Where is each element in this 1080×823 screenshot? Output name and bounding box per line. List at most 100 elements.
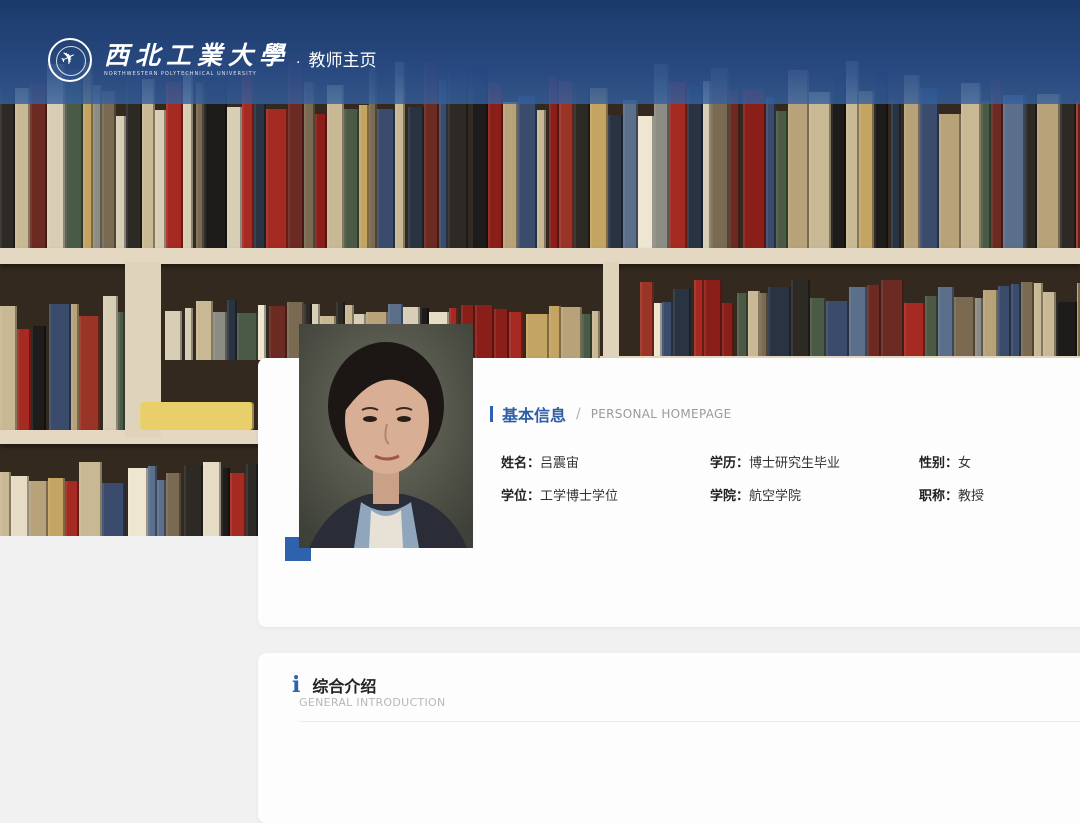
book-spine [1056,302,1077,360]
book-spine [526,314,549,360]
book-spine [29,481,48,536]
page-subtitle: 教师主页 [308,50,377,71]
yellow-box [140,402,254,430]
book-spine [227,107,242,250]
book-spine [165,311,182,360]
book-spine [574,84,590,250]
book-spine [991,80,1003,250]
field-value: 教授 [958,489,985,504]
book-spine [15,88,30,250]
shelf-board [0,248,1080,264]
book-spine [408,107,424,250]
field-value: 博士研究生毕业 [749,456,841,471]
field-value: 工学博士学位 [540,489,619,504]
field-college: 学院：航空学院 [710,485,801,504]
book-spine [118,312,125,432]
book-spine [904,303,925,360]
book-spine [65,481,79,536]
book-spine [304,82,315,250]
shelf-upright [603,262,619,358]
field-degree: 学位：工学博士学位 [501,485,618,504]
book-spine [230,473,246,536]
book-spine [925,296,938,360]
basic-info-title: 基本信息 [502,406,567,425]
book-spine [266,109,288,250]
field-education: 学历：博士研究生毕业 [710,452,840,471]
book-spine [185,308,193,360]
book-spine [128,468,148,536]
book-spine [939,114,961,250]
book-spine [166,82,183,250]
book-spine [254,103,266,250]
book-spine [475,305,494,360]
book-spine [258,305,266,360]
book-spine [17,329,31,432]
general-intro-header: i 综合介绍 [292,672,376,698]
basic-info-subtitle: PERSONAL HOMEPAGE [590,407,732,421]
book-spine [694,280,704,360]
university-name-cn: 西北工業大學 [104,41,291,70]
book-spine [344,109,359,250]
book-spine [79,316,100,432]
book-spine [776,111,788,250]
book-spine [503,102,518,250]
book-spine [30,83,47,250]
book-spine [359,105,369,250]
book-spine [961,83,981,250]
header-separator: · [296,55,301,71]
university-logo[interactable]: 西北工業大學 NORTHWESTERN POLYTECHNICAL UNIVER… [48,36,376,84]
book-spine [748,291,760,360]
university-name: 西北工業大學 NORTHWESTERN POLYTECHNICAL UNIVER… [104,42,290,78]
book-spine [155,110,166,250]
university-emblem-icon [48,38,92,82]
book-spine [227,300,237,360]
book-spine [662,302,673,360]
book-spine [867,285,881,360]
book-spine [93,85,102,250]
book-spine [157,480,166,536]
book-spine [494,309,509,360]
book-spine [1025,93,1037,250]
book-spine [166,473,181,536]
book-spine [859,91,874,250]
book-spine [582,314,592,360]
book-spine [1043,292,1056,360]
book-spine [11,476,29,536]
book-spine [669,82,687,250]
book-spine [518,96,537,250]
book-spine [1037,94,1060,250]
book-spine [184,465,203,536]
book-spine [983,290,998,360]
book-spine [102,91,116,250]
general-intro-subtitle: GENERAL INTRODUCTION [299,696,446,709]
book-spine [1021,282,1034,360]
book-spine [826,301,849,360]
field-title: 职称：教授 [919,485,984,504]
book-spine [509,312,523,360]
book-spine [687,85,703,250]
section-marker [490,406,493,422]
book-spine [703,81,711,250]
field-label: 学院： [710,489,750,504]
book-spine [0,306,17,432]
field-label: 职称： [919,489,959,504]
book-spine [998,286,1011,360]
book-spine [729,90,740,250]
field-value: 航空学院 [749,489,802,504]
book-spine [954,297,975,360]
book-spine [592,311,600,360]
university-name-en: NORTHWESTERN POLYTECHNICAL UNIVERSITY [104,71,257,77]
book-spine [0,91,15,250]
divider [299,721,1080,722]
book-spine [638,116,654,250]
field-value: 吕震宙 [540,456,580,471]
book-spine [623,100,638,250]
field-label: 学历： [710,456,750,471]
book-spine [559,81,574,250]
book-spine [737,293,748,360]
book-spine [246,464,258,536]
book-spine [975,298,983,360]
title-separator: / [576,406,581,422]
book-spine [654,303,662,360]
book-spine [49,304,71,432]
